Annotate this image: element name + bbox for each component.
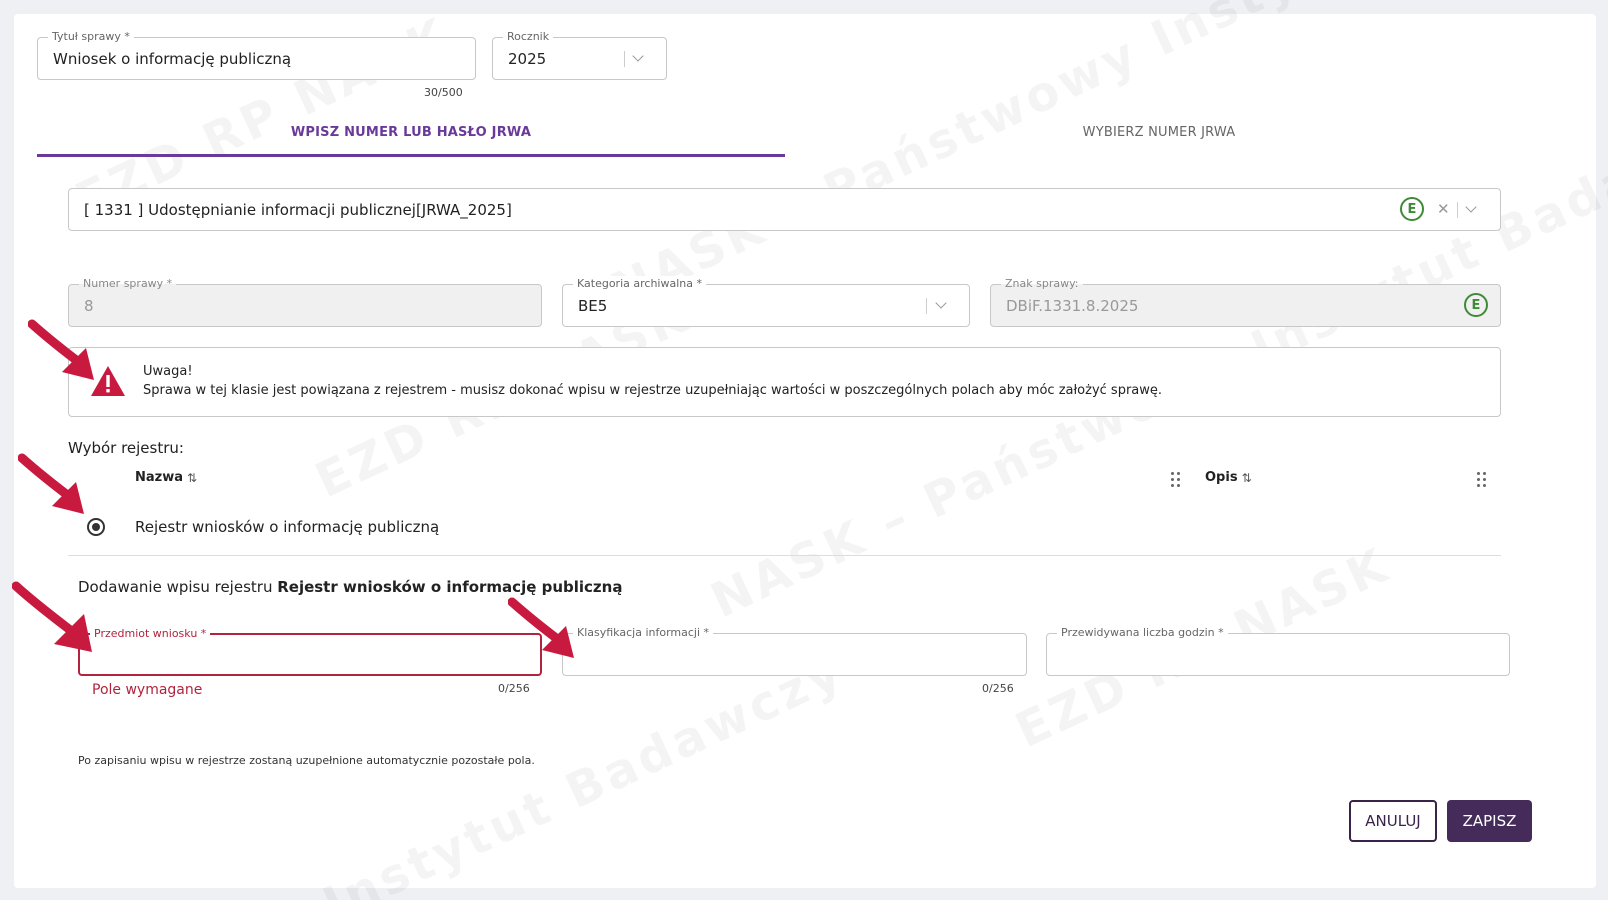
jrwa-value: [ 1331 ] Udostępnianie informacji public… (84, 200, 512, 219)
column-drag-handle-icon[interactable] (1171, 472, 1180, 487)
hours-input[interactable]: Przewidywana liczba godzin * (1046, 625, 1510, 676)
tab-active-indicator (37, 154, 785, 157)
subject-label: Przedmiot wniosku * (90, 626, 211, 642)
e-badge-icon: E (1464, 293, 1488, 317)
archive-category-value: BE5 (578, 296, 608, 315)
classification-label: Klasyfikacja informacji * (573, 625, 714, 641)
divider (68, 555, 1501, 556)
e-badge-icon: E (1400, 197, 1424, 221)
sort-icon[interactable]: ⇅ (1242, 471, 1252, 485)
case-number-label: Numer sprawy * (79, 276, 177, 292)
entry-heading: Dodawanie wpisu rejestru Rejestr wnioskó… (78, 578, 622, 596)
annotation-arrow-icon (508, 597, 574, 658)
hours-label: Przewidywana liczba godzin * (1057, 625, 1228, 641)
case-sign-value: DBiF.1331.8.2025 (1006, 296, 1139, 315)
chevron-down-icon[interactable] (1465, 201, 1477, 213)
case-title-counter: 30/500 (424, 86, 463, 99)
case-title-field[interactable]: Tytuł sprawy * Wniosek o informację publ… (37, 29, 476, 80)
column-drag-handle-icon[interactable] (1477, 472, 1486, 487)
jrwa-separator (1457, 202, 1458, 218)
entry-note: Po zapisaniu wpisu w rejestrze zostaną u… (78, 754, 535, 767)
chevron-down-icon[interactable] (935, 297, 947, 309)
clear-icon[interactable]: ✕ (1437, 200, 1450, 218)
registry-row-name[interactable]: Rejestr wniosków o informację publiczną (135, 518, 439, 536)
subject-counter: 0/256 (498, 682, 530, 695)
year-value: 2025 (508, 49, 547, 68)
tab-enter-jrwa[interactable]: WPISZ NUMER LUB HASŁO JRWA (37, 125, 785, 140)
case-title-value: Wniosek o informację publiczną (53, 49, 292, 68)
subject-error: Pole wymagane (92, 682, 203, 698)
year-select[interactable]: Rocznik 2025 (492, 29, 667, 80)
classification-input[interactable]: Klasyfikacja informacji * (562, 625, 1027, 676)
registry-radio-selected[interactable] (87, 518, 105, 536)
archive-separator (926, 298, 927, 314)
tab-choose-jrwa[interactable]: WYBIERZ NUMER JRWA (785, 125, 1533, 140)
annotation-arrow-icon (12, 581, 92, 652)
warning-alert: Uwaga! Sprawa w tej klasie jest powiązan… (68, 347, 1501, 417)
case-sign-field: Znak sprawy: DBiF.1331.8.2025 E (990, 276, 1501, 327)
cancel-button[interactable]: ANULUJ (1349, 800, 1437, 842)
archive-category-select[interactable]: Kategoria archiwalna * BE5 (562, 276, 970, 327)
chevron-down-icon[interactable] (632, 50, 644, 62)
alert-title: Uwaga! (143, 364, 193, 379)
alert-message: Sprawa w tej klasie jest powiązana z rej… (143, 383, 1163, 398)
entry-heading-prefix: Dodawanie wpisu rejestru (78, 578, 278, 596)
column-desc-label: Opis (1205, 470, 1238, 485)
save-button[interactable]: ZAPISZ (1447, 800, 1532, 842)
column-header-desc[interactable]: Opis ⇅ (1205, 470, 1252, 485)
year-separator (624, 51, 625, 67)
annotation-arrow-icon (18, 453, 84, 514)
subject-input[interactable]: Przedmiot wniosku * (78, 626, 542, 676)
sort-icon[interactable]: ⇅ (187, 471, 197, 485)
column-header-name[interactable]: Nazwa ⇅ (135, 470, 197, 485)
annotation-arrow-icon (28, 319, 94, 380)
case-number-field: Numer sprawy * 8 (68, 276, 542, 327)
column-name-label: Nazwa (135, 470, 184, 485)
jrwa-select[interactable]: [ 1331 ] Udostępnianie informacji public… (68, 188, 1501, 231)
entry-heading-registry: Rejestr wniosków o informację publiczną (277, 578, 623, 596)
classification-counter: 0/256 (982, 682, 1014, 695)
